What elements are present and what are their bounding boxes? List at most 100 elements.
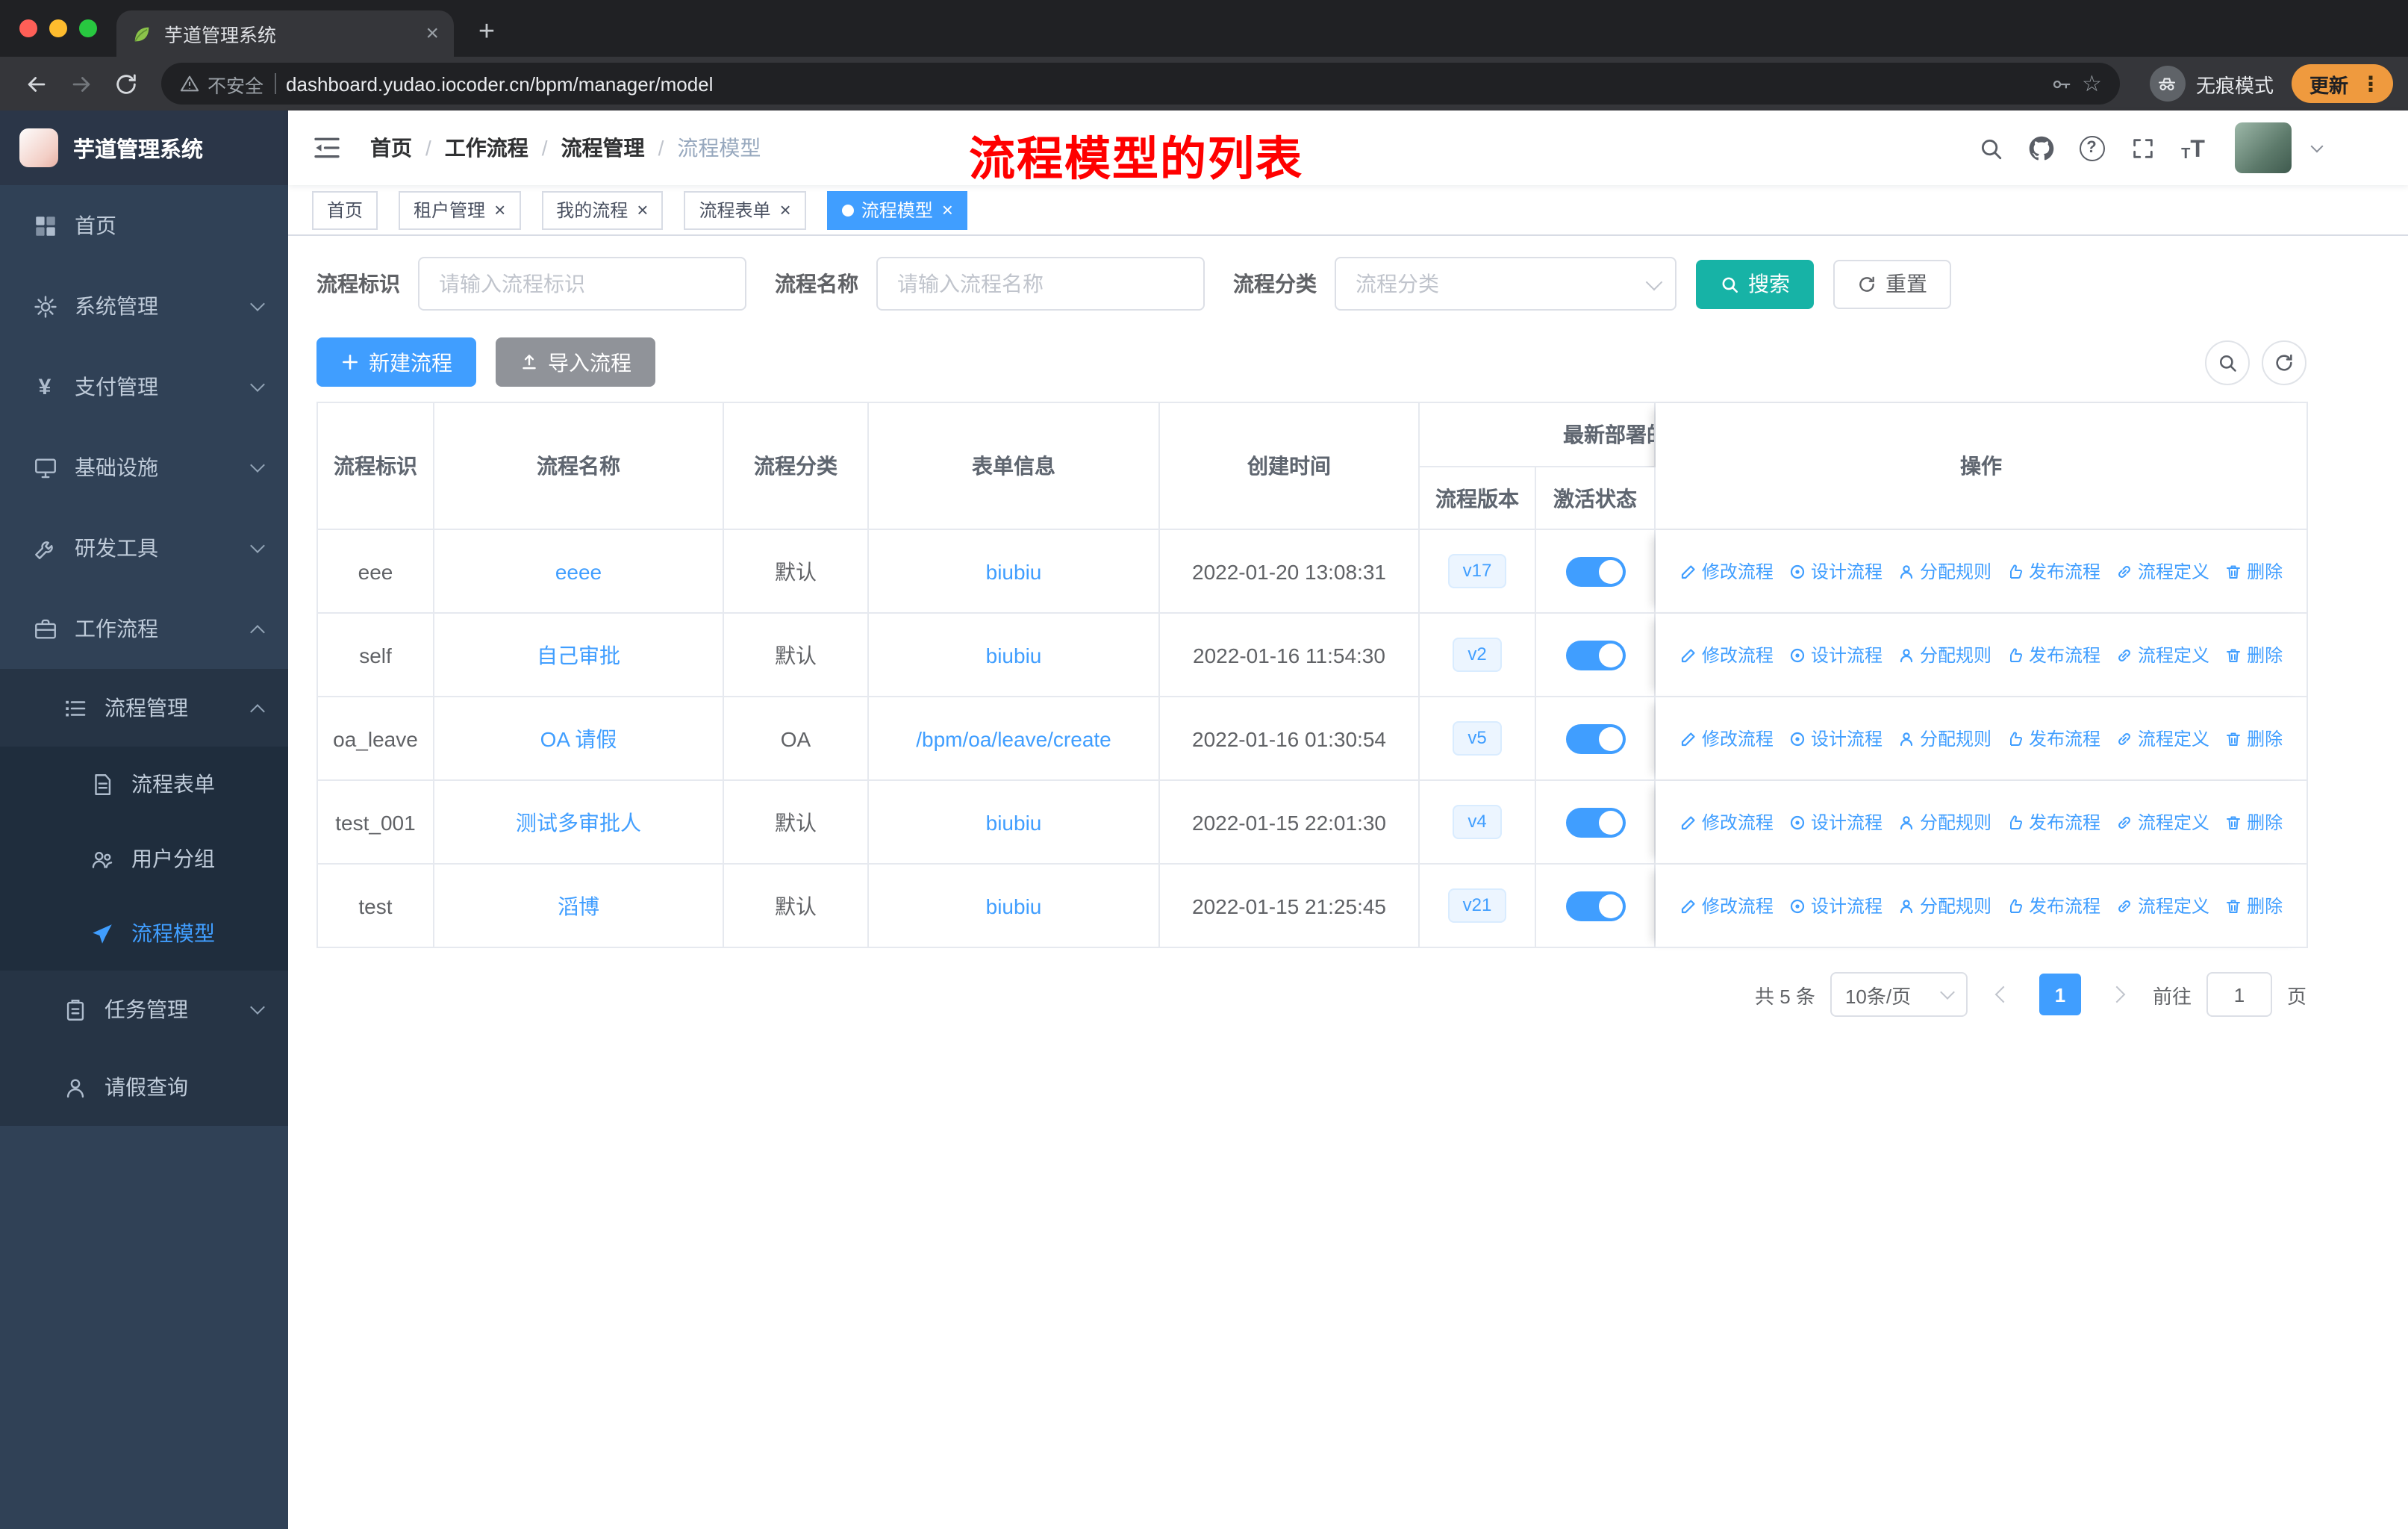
window-zoom-button[interactable] — [79, 19, 97, 37]
active-toggle[interactable] — [1565, 723, 1625, 753]
search-icon[interactable] — [1975, 133, 2005, 163]
action-definition-link[interactable]: 流程定义 — [2115, 558, 2209, 584]
action-delete-link[interactable]: 删除 — [2224, 642, 2283, 667]
action-assign-link[interactable]: 分配规则 — [1897, 809, 1991, 835]
reset-button[interactable]: 重置 — [1833, 259, 1951, 308]
sidebar-logo[interactable]: 芋道管理系统 — [0, 110, 288, 185]
process-name-link[interactable]: eeee — [555, 559, 602, 583]
next-page-button[interactable] — [2095, 974, 2138, 1015]
action-design-link[interactable]: 设计流程 — [1788, 893, 1883, 918]
update-button[interactable]: 更新 ⋮ — [2291, 64, 2393, 103]
key-icon[interactable] — [2049, 72, 2071, 95]
forward-button[interactable] — [60, 63, 102, 105]
action-design-link[interactable]: 设计流程 — [1788, 558, 1883, 584]
browser-tab[interactable]: 芋道管理系统 × — [116, 10, 454, 57]
action-design-link[interactable]: 设计流程 — [1788, 642, 1883, 667]
page-number-1[interactable]: 1 — [2039, 974, 2081, 1015]
action-design-link[interactable]: 设计流程 — [1788, 809, 1883, 835]
action-delete-link[interactable]: 删除 — [2224, 893, 2283, 918]
process-name-link[interactable]: 测试多审批人 — [516, 810, 641, 834]
process-key-input[interactable] — [418, 257, 746, 311]
category-select-input[interactable] — [1335, 257, 1676, 311]
address-bar[interactable]: 不安全 dashboard.yudao.iocoder.cn/bpm/manag… — [161, 63, 2120, 105]
action-definition-link[interactable]: 流程定义 — [2115, 642, 2209, 667]
sidebar-item-infrastructure[interactable]: 基础设施 — [0, 427, 288, 508]
tag-close-icon[interactable]: × — [780, 199, 791, 221]
github-icon[interactable] — [2026, 133, 2056, 163]
window-close-button[interactable] — [19, 19, 37, 37]
action-definition-link[interactable]: 流程定义 — [2115, 809, 2209, 835]
tag-process-model[interactable]: 流程模型 × — [826, 190, 968, 229]
sidebar-item-payment[interactable]: ¥ 支付管理 — [0, 346, 288, 427]
sidebar-item-leave-query[interactable]: 请假查询 — [0, 1048, 288, 1126]
action-modify-link[interactable]: 修改流程 — [1679, 558, 1774, 584]
reload-button[interactable] — [105, 63, 146, 105]
fullscreen-icon[interactable] — [2127, 133, 2157, 163]
action-delete-link[interactable]: 删除 — [2224, 726, 2283, 751]
process-name-link[interactable]: OA 请假 — [540, 726, 617, 750]
create-process-button[interactable]: 新建流程 — [316, 337, 476, 387]
action-definition-link[interactable]: 流程定义 — [2115, 726, 2209, 751]
version-badge[interactable]: v17 — [1447, 553, 1507, 589]
sidebar-item-process-model[interactable]: 流程模型 — [0, 896, 288, 971]
sidebar-item-system[interactable]: 系统管理 — [0, 266, 288, 346]
action-publish-link[interactable]: 发布流程 — [2006, 809, 2100, 835]
version-badge[interactable]: v2 — [1453, 637, 1502, 673]
window-minimize-button[interactable] — [49, 19, 67, 37]
active-toggle[interactable] — [1565, 556, 1625, 586]
sidebar-item-process-form[interactable]: 流程表单 — [0, 747, 288, 821]
form-info-link[interactable]: biubiu — [986, 643, 1042, 667]
action-assign-link[interactable]: 分配规则 — [1897, 642, 1991, 667]
sidebar-item-task-management[interactable]: 任务管理 — [0, 971, 288, 1048]
action-assign-link[interactable]: 分配规则 — [1897, 893, 1991, 918]
action-assign-link[interactable]: 分配规则 — [1897, 558, 1991, 584]
prev-page-button[interactable] — [1982, 974, 2024, 1015]
sidebar-item-user-group[interactable]: 用户分组 — [0, 821, 288, 896]
toggle-search-button[interactable] — [2205, 340, 2250, 384]
action-publish-link[interactable]: 发布流程 — [2006, 642, 2100, 667]
tag-tenant-management[interactable]: 租户管理 × — [399, 190, 521, 229]
action-modify-link[interactable]: 修改流程 — [1679, 642, 1774, 667]
page-size-select[interactable]: 10条/页 — [1830, 972, 1968, 1017]
back-button[interactable] — [15, 63, 57, 105]
action-assign-link[interactable]: 分配规则 — [1897, 726, 1991, 751]
bookmark-star-icon[interactable]: ☆ — [2082, 70, 2102, 97]
form-info-link[interactable]: biubiu — [986, 810, 1042, 834]
action-publish-link[interactable]: 发布流程 — [2006, 558, 2100, 584]
sidebar-item-devtools[interactable]: 研发工具 — [0, 508, 288, 588]
sidebar-item-home[interactable]: 首页 — [0, 185, 288, 266]
sidebar-item-process-management[interactable]: 流程管理 — [0, 669, 288, 747]
process-name-input[interactable] — [876, 257, 1205, 311]
search-button[interactable]: 搜索 — [1696, 259, 1814, 308]
action-modify-link[interactable]: 修改流程 — [1679, 726, 1774, 751]
tab-close-icon[interactable]: × — [425, 21, 439, 46]
action-design-link[interactable]: 设计流程 — [1788, 726, 1883, 751]
new-tab-button[interactable]: + — [466, 12, 508, 54]
form-info-link[interactable]: /bpm/oa/leave/create — [916, 726, 1111, 750]
help-icon[interactable]: ? — [2077, 133, 2106, 163]
category-select[interactable] — [1335, 257, 1676, 311]
breadcrumb-item-workflow[interactable]: 工作流程 — [445, 133, 528, 163]
tag-close-icon[interactable]: × — [637, 199, 648, 221]
action-delete-link[interactable]: 删除 — [2224, 558, 2283, 584]
goto-page-input[interactable] — [2206, 972, 2272, 1017]
breadcrumb-item-home[interactable]: 首页 — [370, 133, 412, 163]
action-publish-link[interactable]: 发布流程 — [2006, 893, 2100, 918]
security-status[interactable]: 不安全 — [179, 69, 263, 98]
sidebar-item-workflow[interactable]: 工作流程 — [0, 588, 288, 669]
tag-process-form[interactable]: 流程表单 × — [684, 190, 806, 229]
action-delete-link[interactable]: 删除 — [2224, 809, 2283, 835]
action-modify-link[interactable]: 修改流程 — [1679, 809, 1774, 835]
tag-my-process[interactable]: 我的流程 × — [541, 190, 664, 229]
action-publish-link[interactable]: 发布流程 — [2006, 726, 2100, 751]
user-avatar[interactable] — [2235, 122, 2292, 173]
form-info-link[interactable]: biubiu — [986, 894, 1042, 918]
refresh-table-button[interactable] — [2262, 340, 2306, 384]
active-toggle[interactable] — [1565, 891, 1625, 921]
tag-home[interactable]: 首页 — [312, 190, 378, 229]
breadcrumb-item-process-management[interactable]: 流程管理 — [561, 133, 645, 163]
action-modify-link[interactable]: 修改流程 — [1679, 893, 1774, 918]
tag-close-icon[interactable]: × — [494, 199, 505, 221]
version-badge[interactable]: v5 — [1453, 720, 1502, 756]
active-toggle[interactable] — [1565, 640, 1625, 670]
